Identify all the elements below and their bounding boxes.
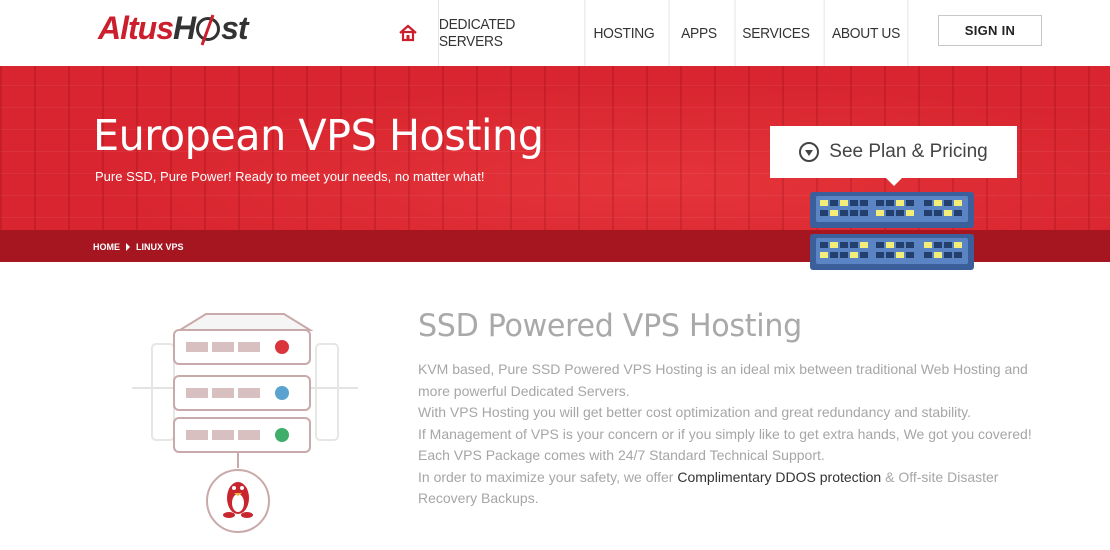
site-header: AltusH st DEDICATED SERVERS HOSTING APPS … <box>0 0 1110 66</box>
breadcrumb-current: LINUX VPS <box>136 242 184 252</box>
breadcrumb: HOME LINUX VPS <box>93 242 184 252</box>
sign-in-button[interactable]: SIGN IN <box>938 15 1042 46</box>
logo-o-icon <box>196 17 221 41</box>
desc-paragraph-1: KVM based, Pure SSD Powered VPS Hosting … <box>418 361 1028 399</box>
nav-label: DEDICATED SERVERS <box>438 16 516 50</box>
nav-label: SERVICES <box>742 24 810 42</box>
nav-about-us[interactable]: ABOUT US <box>823 0 909 66</box>
nav-label: ABOUT US <box>831 24 901 42</box>
nav-label: HOSTING <box>593 24 655 42</box>
logo-text-altus: Altus <box>98 10 174 46</box>
nav-label: APPS <box>681 24 717 42</box>
home-icon <box>399 24 417 42</box>
plan-button-label: See Plan & Pricing <box>829 141 988 162</box>
nav-dedicated-servers[interactable]: DEDICATED SERVERS <box>437 0 575 66</box>
nav-services[interactable]: SERVICES <box>734 0 817 66</box>
play-down-icon <box>799 142 820 162</box>
desc-text: In order to maximize your safety, we off… <box>418 468 678 485</box>
section-title: SSD Powered VPS Hosting <box>418 308 802 344</box>
main-nav: DEDICATED SERVERS HOSTING APPS SERVICES … <box>384 0 912 66</box>
desc-paragraph-4: In order to maximize your safety, we off… <box>418 467 1058 510</box>
nav-apps[interactable]: APPS <box>668 0 729 66</box>
hero-title: European VPS Hosting <box>93 111 544 161</box>
vps-server-icon <box>132 313 358 533</box>
hero-subtitle: Pure SSD, Pure Power! Ready to meet your… <box>95 169 485 184</box>
see-plan-pricing-button[interactable]: See Plan & Pricing <box>770 126 1017 186</box>
section-description: KVM based, Pure SSD Powered VPS Hosting … <box>418 359 1058 510</box>
ddos-protection-link[interactable]: Complimentary DDOS protection <box>677 469 881 485</box>
nav-hosting[interactable]: HOSTING <box>584 0 662 66</box>
nav-home[interactable] <box>384 0 432 66</box>
logo-text-h: H <box>173 10 196 46</box>
desc-paragraph-2: With VPS Hosting you will get better cos… <box>418 404 972 420</box>
logo-text-st: st <box>221 10 248 46</box>
server-stack-icon <box>810 192 974 270</box>
desc-paragraph-3: If Management of VPS is your concern or … <box>418 425 1032 464</box>
breadcrumb-home[interactable]: HOME <box>93 242 120 252</box>
breadcrumb-arrow-icon <box>126 243 130 251</box>
altushost-logo[interactable]: AltusH st <box>98 10 249 47</box>
